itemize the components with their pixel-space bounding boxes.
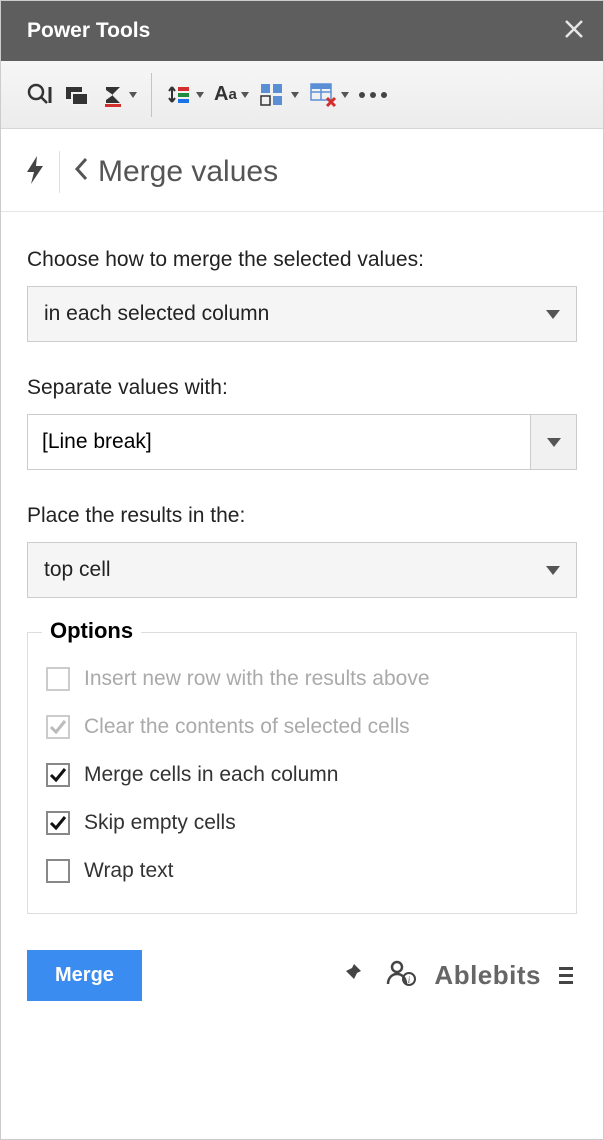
separator-value: [Line break] xyxy=(28,415,530,469)
sheets-tool-icon[interactable] xyxy=(61,77,93,113)
brand-label: Ablebits xyxy=(434,960,541,991)
wrap-text-label: Wrap text xyxy=(84,859,173,883)
magnify-tool-icon[interactable] xyxy=(23,77,55,113)
person-info-icon[interactable]: i xyxy=(382,955,420,996)
close-icon[interactable] xyxy=(563,16,585,46)
place-results-select[interactable]: top cell xyxy=(27,542,577,598)
sort-tool-icon[interactable] xyxy=(164,78,206,112)
merge-how-select[interactable]: in each selected column xyxy=(27,286,577,342)
place-results-value: top cell xyxy=(44,558,111,582)
options-fieldset: Options Insert new row with the results … xyxy=(27,632,577,914)
menu-icon[interactable] xyxy=(555,963,577,988)
clear-grid-tool-icon[interactable] xyxy=(307,78,351,112)
text-tool-icon[interactable]: Aa xyxy=(212,79,251,110)
skip-empty-option[interactable]: Skip empty cells xyxy=(46,799,558,847)
separator-combo[interactable]: [Line break] xyxy=(27,414,577,470)
split-tool-icon[interactable] xyxy=(257,78,301,112)
place-results-label: Place the results in the: xyxy=(27,504,577,528)
merge-cells-option[interactable]: Merge cells in each column xyxy=(46,751,558,799)
clear-contents-option: Clear the contents of selected cells xyxy=(46,703,558,751)
merge-cells-label: Merge cells in each column xyxy=(84,763,338,787)
checkbox-checked-icon xyxy=(46,763,70,787)
merge-button[interactable]: Merge xyxy=(27,950,142,1001)
window-title: Power Tools xyxy=(27,19,150,43)
title-bar: Power Tools xyxy=(1,1,603,61)
clear-contents-label: Clear the contents of selected cells xyxy=(84,715,410,739)
options-legend: Options xyxy=(42,618,141,644)
checkbox-checked-icon xyxy=(46,811,70,835)
chevron-down-icon xyxy=(546,566,560,575)
chevron-down-icon xyxy=(547,438,561,447)
toolbar: Aa xyxy=(1,61,603,129)
separator-dropdown-button[interactable] xyxy=(530,415,576,469)
chevron-down-icon xyxy=(546,310,560,319)
checkbox-unchecked-icon xyxy=(46,667,70,691)
wrap-text-option[interactable]: Wrap text xyxy=(46,847,558,895)
back-button[interactable]: Merge values xyxy=(74,155,278,189)
insert-row-label: Insert new row with the results above xyxy=(84,667,430,691)
sigma-tool-icon[interactable] xyxy=(99,79,139,111)
svg-text:i: i xyxy=(408,975,411,985)
merge-how-label: Choose how to merge the selected values: xyxy=(27,248,577,272)
insert-row-option: Insert new row with the results above xyxy=(46,655,558,703)
bolt-icon xyxy=(25,154,45,191)
footer: Merge i Ablebits xyxy=(1,940,603,1025)
skip-empty-label: Skip empty cells xyxy=(84,811,236,835)
separator-label: Separate values with: xyxy=(27,376,577,400)
page-title: Merge values xyxy=(98,155,278,189)
merge-how-value: in each selected column xyxy=(44,302,269,326)
breadcrumb: Merge values xyxy=(1,129,603,212)
checkbox-checked-icon xyxy=(46,715,70,739)
chevron-left-icon xyxy=(74,157,88,188)
checkbox-unchecked-icon xyxy=(46,859,70,883)
pin-icon[interactable] xyxy=(336,957,368,994)
more-tools-icon[interactable] xyxy=(357,88,389,102)
